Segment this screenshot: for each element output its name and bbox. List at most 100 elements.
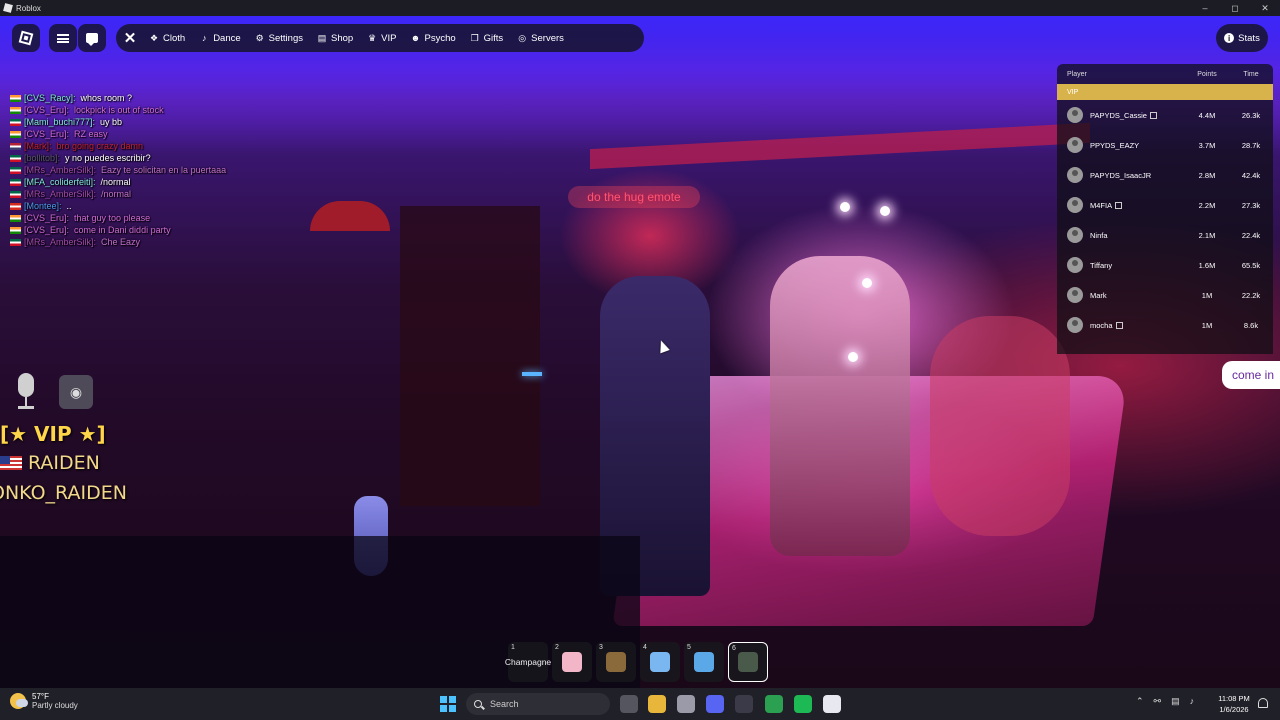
player-avatar bbox=[1067, 287, 1083, 303]
system-tray: ⌃ ⚯ ▤ ♪ bbox=[1136, 696, 1194, 707]
avatar-other-character[interactable] bbox=[770, 256, 910, 556]
crown-icon: ♛ bbox=[368, 32, 377, 43]
stats-button[interactable]: i Stats bbox=[1216, 24, 1268, 52]
hotbar-slot-6[interactable]: 6 bbox=[728, 642, 768, 682]
item-icon bbox=[562, 652, 582, 672]
country-flag-icon bbox=[10, 118, 21, 126]
header-time: Time bbox=[1243, 70, 1259, 78]
hotbar-slot-4[interactable]: 4 bbox=[640, 642, 680, 682]
mic-tray-icon[interactable]: ⚯ bbox=[1154, 696, 1162, 707]
chat-sender[interactable]: [Montee]: bbox=[24, 200, 62, 212]
player-name: PAPYDS_Cassie bbox=[1090, 111, 1177, 120]
player-leaderboard[interactable]: Player Points Time VIP PAPYDS_Cassie 4.4M… bbox=[1057, 64, 1273, 354]
player-time: 22.2k bbox=[1241, 290, 1261, 300]
chat-sender[interactable]: [bollitob]: bbox=[24, 152, 60, 164]
chat-sender[interactable]: [Mark]: bbox=[24, 140, 52, 152]
window-title: Roblox bbox=[16, 3, 41, 13]
chat-sender[interactable]: [CVS_Eru]: bbox=[24, 128, 69, 140]
header-points: Points bbox=[1197, 70, 1217, 78]
roblox-app-icon bbox=[3, 3, 13, 13]
apple-icon[interactable]: ◉ bbox=[59, 375, 93, 409]
hotbar-slot-5[interactable]: 5 bbox=[684, 642, 724, 682]
task-view-icon[interactable] bbox=[620, 695, 638, 713]
chat-message: [MRs_AmberSilk]: Eazy te solicitan en la … bbox=[10, 164, 310, 176]
chat-log[interactable]: [CVS_Racy]: whos room ? [CVS_Eru]: lockpick… bbox=[10, 92, 310, 248]
avatar-blurred-character[interactable] bbox=[930, 316, 1070, 536]
chat-sender[interactable]: [CVS_Eru]: bbox=[24, 104, 69, 116]
chat-sender[interactable]: [CVS_Eru]: bbox=[24, 212, 69, 224]
hotbar-slot-2[interactable]: 2 bbox=[552, 642, 592, 682]
chat-text: /normal bbox=[101, 189, 132, 199]
chrome-icon[interactable] bbox=[765, 695, 783, 713]
door bbox=[400, 206, 540, 506]
hotbar-slot-3[interactable]: 3 bbox=[596, 642, 636, 682]
chat-toggle-button[interactable] bbox=[78, 24, 106, 52]
chat-message: [CVS_Eru]: come in Dani diddi party bbox=[10, 224, 310, 236]
chat-message: [Montee]:.. bbox=[10, 200, 310, 212]
chat-sender[interactable]: [MFA_coliderfeiti]: bbox=[24, 176, 96, 188]
notification-bell-icon[interactable] bbox=[1258, 698, 1268, 708]
roblox-icon[interactable] bbox=[823, 695, 841, 713]
chat-sender[interactable]: [Mami_buchi777]: bbox=[24, 116, 95, 128]
menu-item-vip[interactable]: ♛ VIP bbox=[360, 24, 403, 52]
discord-icon[interactable] bbox=[706, 695, 724, 713]
player-time: 28.7k bbox=[1241, 140, 1261, 150]
player-avatar bbox=[1067, 197, 1083, 213]
menu-item-psycho[interactable]: ☻ Psycho bbox=[403, 24, 462, 52]
leaderboard-row[interactable]: Ninfa 2.1M 22.4k bbox=[1057, 220, 1273, 250]
menu-item-dance[interactable]: ♪ Dance bbox=[192, 24, 247, 52]
chat-sender[interactable]: [CVS_Eru]: bbox=[24, 224, 69, 236]
chat-sender[interactable]: [CVS_Racy]: bbox=[24, 92, 76, 104]
menu-item-cloth[interactable]: ❖ Cloth bbox=[142, 24, 192, 52]
leaderboard-row[interactable]: PPYDS_EAZY 3.7M 28.7k bbox=[1057, 130, 1273, 160]
chat-text: y no puedes escribir? bbox=[65, 153, 151, 163]
premium-badge-icon bbox=[1149, 112, 1157, 120]
minimize-button[interactable]: – bbox=[1190, 0, 1220, 16]
weather-widget[interactable]: 57°F Partly cloudy bbox=[10, 692, 78, 710]
network-icon[interactable]: ▤ bbox=[1171, 696, 1180, 707]
menu-item-servers[interactable]: ◎ Servers bbox=[510, 24, 571, 52]
roblox-menu-button[interactable] bbox=[12, 24, 40, 52]
info-icon: i bbox=[1224, 33, 1235, 43]
player-points: 2.8M bbox=[1198, 170, 1216, 180]
leaderboard-row[interactable]: mocha 1M 8.6k bbox=[1057, 310, 1273, 340]
chevron-up-icon[interactable]: ⌃ bbox=[1136, 696, 1144, 707]
country-flag-icon bbox=[10, 166, 21, 174]
player-name: PPYDS_EAZY bbox=[1090, 140, 1140, 150]
chat-message: [CVS_Eru]: lockpick is out of stock bbox=[10, 104, 310, 116]
premium-badge-icon bbox=[1115, 202, 1123, 210]
chat-text: Che Eazy bbox=[101, 237, 141, 247]
chat-sender[interactable]: [MRs_AmberSilk]: bbox=[24, 236, 96, 248]
close-menu-button[interactable]: ✕ bbox=[118, 24, 142, 52]
menu-item-gifts[interactable]: ❐ Gifts bbox=[463, 24, 511, 52]
chat-sender[interactable]: [MRs_AmberSilk]: bbox=[24, 164, 96, 176]
leaderboard-row[interactable]: PAPYDS_Cassie 4.4M 26.3k bbox=[1057, 100, 1273, 130]
microphone-icon[interactable] bbox=[12, 373, 40, 413]
file-explorer-icon[interactable] bbox=[648, 695, 666, 713]
chat-sender[interactable]: [MRs_AmberSilk]: bbox=[24, 188, 96, 200]
leaderboard-row[interactable]: Mark 1M 22.2k bbox=[1057, 280, 1273, 310]
player-avatar bbox=[1067, 137, 1083, 153]
player-points: 1M bbox=[1201, 320, 1213, 330]
close-window-button[interactable]: ✕ bbox=[1250, 0, 1280, 16]
windows-start-icon[interactable] bbox=[440, 696, 456, 712]
leaderboard-row[interactable]: PAPYDS_IsaacJR 2.8M 42.4k bbox=[1057, 160, 1273, 190]
country-flag-icon bbox=[10, 214, 21, 222]
player-time: 8.6k bbox=[1243, 320, 1259, 330]
menu-item-settings[interactable]: ⚙ Settings bbox=[248, 24, 310, 52]
player-avatar bbox=[1067, 227, 1083, 243]
taskbar-clock[interactable]: 11:08 PM 1/6/2026 bbox=[1214, 693, 1254, 715]
taskbar-search[interactable]: Search bbox=[466, 693, 610, 715]
spotify-icon[interactable] bbox=[794, 695, 812, 713]
leaderboard-row[interactable]: Tiffany 1.6M 65.5k bbox=[1057, 250, 1273, 280]
volume-icon[interactable]: ♪ bbox=[1190, 696, 1195, 707]
maximize-button[interactable]: ◻ bbox=[1220, 0, 1250, 16]
arrow-app-icon[interactable] bbox=[735, 695, 753, 713]
hotbar-slot-1[interactable]: 1 Champagne bbox=[505, 642, 551, 682]
gear-icon: ⚙ bbox=[255, 32, 264, 43]
player-points: 1.6M bbox=[1198, 260, 1216, 270]
hamburger-menu-button[interactable] bbox=[49, 24, 77, 52]
leaderboard-row[interactable]: M4FIA 2.2M 27.3k bbox=[1057, 190, 1273, 220]
roblox-studio-icon[interactable] bbox=[677, 695, 695, 713]
menu-item-shop[interactable]: ▤ Shop bbox=[310, 24, 360, 52]
